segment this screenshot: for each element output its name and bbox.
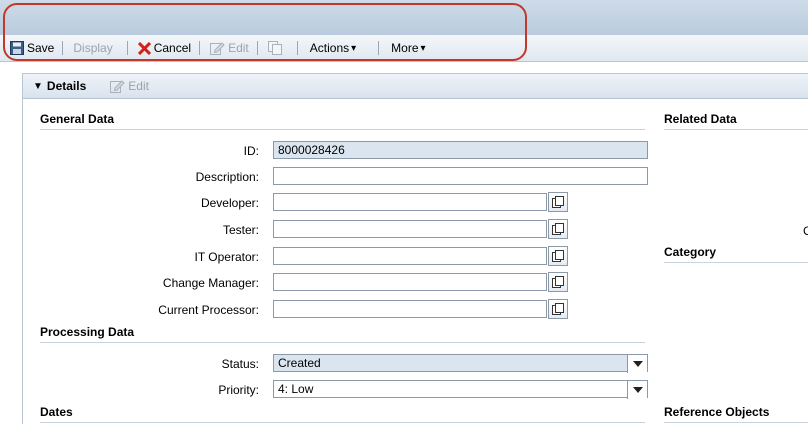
id-label: ID: [243, 144, 259, 158]
developer-field[interactable] [273, 193, 547, 211]
description-field[interactable] [273, 167, 648, 185]
toolbar-separator [296, 41, 298, 55]
it-operator-value-help-button[interactable] [548, 246, 568, 266]
priority-dropdown[interactable]: 4: Low [273, 380, 648, 399]
tester-value-help-button[interactable] [548, 219, 568, 239]
developer-label: Developer: [200, 196, 259, 210]
status-label: Status: [221, 357, 259, 371]
value-help-icon [552, 196, 564, 208]
toolbar-separator [256, 41, 258, 55]
copy-button[interactable] [260, 38, 295, 58]
display-label: Display [73, 41, 113, 55]
cancel-button[interactable]: Cancel [130, 38, 197, 58]
dropdown-arrow-icon[interactable] [627, 355, 647, 373]
value-help-icon [552, 250, 564, 262]
priority-label: Priority: [218, 383, 259, 397]
save-button[interactable]: Save [0, 38, 60, 58]
it-operator-label: IT Operator: [194, 250, 259, 264]
processing-data-header: Processing Data [40, 325, 645, 343]
change-manager-label: Change Manager: [162, 276, 259, 290]
change-manager-value-help-button[interactable] [548, 272, 568, 292]
more-label: More [391, 41, 419, 55]
developer-value-help-button[interactable] [548, 192, 568, 212]
pencil-edit-icon [110, 79, 125, 93]
floppy-disk-icon [10, 41, 24, 55]
reference-objects-header: Reference Objects [664, 405, 808, 423]
change-manager-field[interactable] [273, 273, 547, 291]
actions-menu-button[interactable]: Actions ▾ [300, 38, 376, 58]
value-help-icon [552, 223, 564, 235]
related-data-header: Related Data [664, 112, 808, 130]
description-label: Description: [195, 170, 259, 184]
details-panel-header: ▼ Details Edit [23, 74, 808, 99]
dropdown-arrow-icon[interactable] [627, 381, 647, 399]
edit-button[interactable]: Edit [202, 38, 255, 58]
top-band [0, 0, 808, 35]
tester-field[interactable] [273, 220, 547, 238]
value-help-icon [552, 303, 564, 315]
panel-edit-link[interactable]: Edit [110, 79, 149, 93]
edit-label: Edit [228, 41, 249, 55]
current-processor-field[interactable] [273, 300, 547, 318]
chevron-down-icon: ▾ [351, 42, 357, 54]
tester-label: Tester: [222, 223, 259, 237]
chevron-down-icon: ▾ [420, 42, 426, 54]
dates-header: Dates [40, 405, 645, 423]
cancel-label: Cancel [153, 41, 192, 55]
toolbar-separator [199, 41, 201, 55]
priority-value: 4: Low [278, 382, 314, 396]
value-help-icon [552, 276, 564, 288]
it-operator-field[interactable] [273, 247, 547, 265]
red-x-icon [137, 41, 151, 55]
actions-label: Actions [309, 41, 350, 55]
current-processor-label: Current Processor: [158, 303, 259, 317]
toolbar-separator [126, 41, 128, 55]
id-field[interactable]: 8000028426 [273, 141, 648, 159]
status-dropdown[interactable]: Created [273, 354, 648, 373]
details-title: Details [46, 79, 87, 93]
toolbar-separator [378, 41, 380, 55]
save-label: Save [27, 41, 55, 55]
details-panel: ▼ Details Edit General Data Processing D… [22, 73, 808, 424]
pencil-edit-icon [210, 41, 225, 55]
general-data-header: General Data [40, 112, 645, 130]
truncated-text: C [803, 224, 808, 238]
more-menu-button[interactable]: More ▾ [381, 38, 431, 58]
copy-icon [267, 41, 282, 55]
toolbar: Save Display Cancel Edit Actions ▾ More … [0, 35, 808, 62]
category-header: Category [664, 245, 808, 263]
display-button[interactable]: Display [65, 38, 124, 58]
collapse-triangle-icon[interactable]: ▼ [33, 81, 43, 92]
status-value: Created [278, 356, 321, 370]
current-processor-value-help-button[interactable] [548, 299, 568, 319]
toolbar-separator [62, 41, 64, 55]
panel-edit-label: Edit [128, 79, 149, 93]
